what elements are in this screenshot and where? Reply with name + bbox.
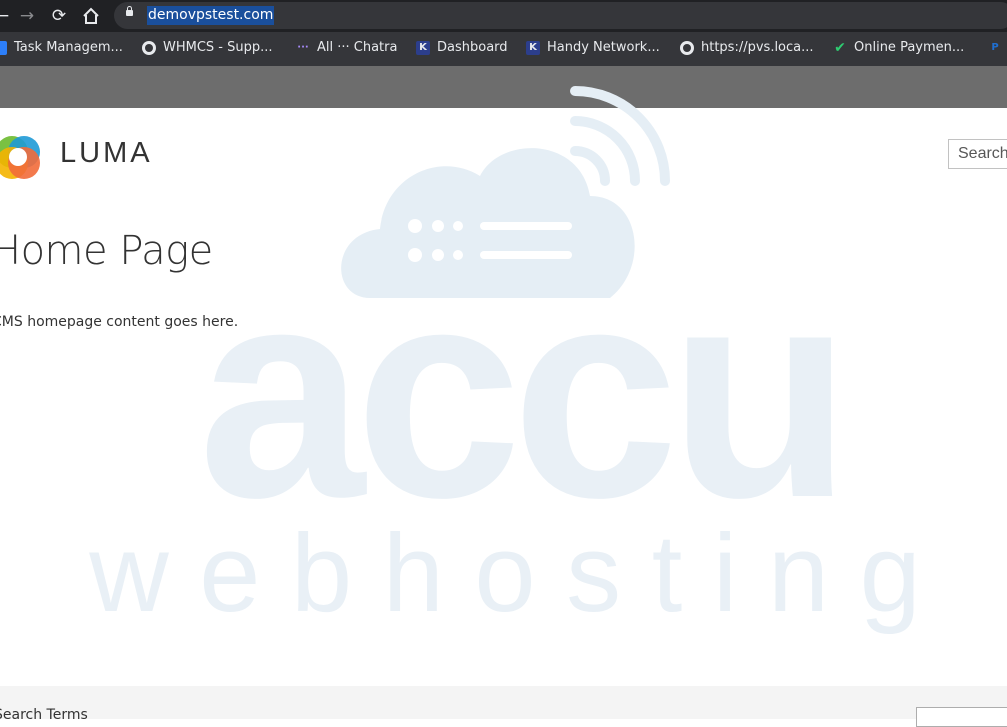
luma-logo [0, 136, 40, 179]
watermark-brand: accu [198, 224, 842, 560]
k-icon: K [416, 40, 430, 55]
globe-icon [142, 40, 156, 55]
check-icon: ✔ [834, 39, 846, 56]
bookmark-item[interactable]: K Dashboard [416, 32, 508, 66]
bookmark-item[interactable]: https://pvs.loca... [680, 32, 814, 66]
watermark-tagline: w e b h o s t i n g [88, 512, 921, 635]
bookmark-label: All ··· Chatra [317, 40, 398, 55]
reload-icon[interactable]: ⟳ [48, 5, 70, 27]
bookmark-item[interactable]: K Handy Network... [526, 32, 660, 66]
k-icon: K [526, 40, 540, 55]
bookmarks-bar: Task Managem... WHMCS - Supp... ··· All ·… [0, 32, 1007, 66]
page-footer [0, 686, 1007, 719]
chatra-icon: ··· [297, 41, 309, 53]
bookmark-label: Online Paymen... [854, 40, 965, 55]
task-icon [0, 40, 7, 55]
url-text[interactable]: demovpstest.com [147, 6, 275, 25]
globe-icon [680, 40, 694, 55]
home-icon[interactable] [80, 5, 102, 27]
logo-text[interactable]: LUMA [60, 137, 153, 170]
footer-link-search-terms[interactable]: Search Terms [0, 707, 88, 723]
page-title: Home Page [0, 228, 213, 274]
back-icon[interactable]: ← [0, 5, 13, 27]
bookmark-label: https://pvs.loca... [701, 40, 814, 55]
bookmark-item[interactable]: P [988, 32, 1007, 66]
address-bar[interactable]: demovpstest.com [114, 2, 1007, 29]
bookmark-item[interactable]: Task Managem... [0, 32, 123, 66]
bookmark-label: WHMCS - Supp... [163, 40, 273, 55]
bookmark-item[interactable]: WHMCS - Supp... [142, 32, 273, 66]
bookmark-label: Dashboard [437, 40, 508, 55]
search-input[interactable] [948, 139, 1007, 169]
bookmark-item[interactable]: ··· All ··· Chatra [296, 32, 397, 66]
bookmark-label: Task Managem... [14, 40, 123, 55]
bookmark-label: Handy Network... [547, 40, 660, 55]
browser-toolbar: ← → ⟳ demovpstest.com [0, 0, 1007, 32]
page-top-bar [0, 66, 1007, 108]
lock-icon [126, 6, 133, 16]
paypal-icon: P [991, 41, 999, 53]
bookmark-item[interactable]: ✔ Online Paymen... [833, 32, 964, 66]
forward-icon[interactable]: → [16, 5, 38, 27]
cms-content: CMS homepage content goes here. [0, 314, 239, 330]
footer-button[interactable] [916, 707, 1007, 727]
